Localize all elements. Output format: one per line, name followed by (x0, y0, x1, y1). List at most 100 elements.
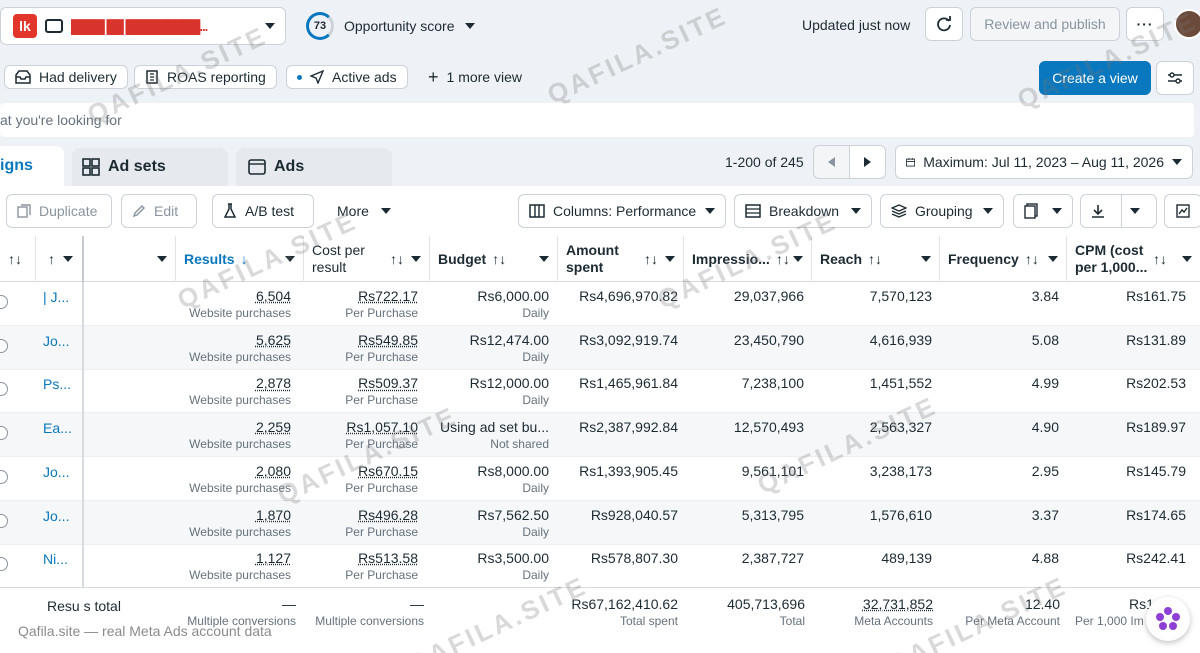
column-sort-a[interactable]: ↑↓ (0, 236, 36, 282)
frequency-cell: 2.95 (1031, 462, 1059, 479)
reports-button[interactable] (1013, 194, 1073, 228)
grouping-button[interactable]: Grouping (880, 194, 1004, 228)
account-card-icon (45, 19, 63, 33)
impressions-cell: 23,450,790 (733, 331, 804, 348)
duplicate-button[interactable]: Duplicate (6, 194, 112, 228)
table-row[interactable]: | J... 6,504 Website purchases Rs722.17 Per … (0, 282, 1200, 326)
row-toggle[interactable] (0, 557, 8, 572)
column-amount-spent[interactable]: Amount spent ↑↓ (558, 236, 684, 282)
chevron-down-icon (63, 256, 73, 262)
column-frequency[interactable]: Frequency ↑↓ (940, 236, 1067, 282)
opportunity-score-label: Opportunity score (344, 18, 455, 34)
cost-per-result-cell: Rs722.17 Per Purchase (345, 288, 418, 320)
row-toggle[interactable] (0, 469, 8, 484)
view-active-ads[interactable]: Active ads (286, 65, 408, 89)
tab-campaigns[interactable]: igns (0, 146, 64, 186)
view-had-delivery[interactable]: Had delivery (4, 65, 128, 89)
column-cost-per-result[interactable]: Cost per result ↑↓ (304, 236, 430, 282)
report-icon (1024, 203, 1038, 219)
budget-cell: Rs6,000.00 Daily (477, 288, 549, 320)
totals-spent: Rs67,162,410.62 Total spent (571, 596, 678, 628)
table-row[interactable]: Jo... 1,870 Website purchases Rs496.28 Per P… (0, 500, 1200, 545)
amount-spent-cell: Rs2,387,992.84 (579, 419, 678, 436)
account-name: ████ ██ █████████... (71, 18, 208, 34)
refresh-icon (937, 16, 951, 32)
amount-spent-cell: Rs4,696,970.82 (579, 288, 678, 304)
campaign-name-link[interactable]: Ni... (43, 551, 68, 567)
chevron-right-icon (864, 157, 871, 167)
column-name[interactable] (84, 236, 176, 282)
table-row[interactable]: Ea... 2,259 Website purchases Rs1,057.10 Per… (0, 413, 1200, 458)
ab-test-button[interactable]: A/B test (212, 194, 314, 228)
more-views-button[interactable]: + 1 more view (428, 68, 522, 86)
impressions-cell: 5,313,795 (741, 506, 804, 523)
campaign-name-link[interactable]: Jo... (43, 464, 69, 480)
results-cell: 5,625 Website purchases (189, 331, 291, 364)
sort-icon: ↑↓ (492, 251, 507, 267)
updated-status: Updated just now (802, 17, 911, 33)
spent-header-line2: spent (566, 259, 604, 275)
send-icon (310, 70, 324, 84)
sort-up-icon: ↑ (48, 251, 55, 267)
duplicate-icon (17, 204, 31, 218)
budget-cell: Rs7,562.50 Daily (477, 506, 549, 539)
score-ring-icon: 73 (306, 12, 334, 40)
breakdown-label: Breakdown (769, 203, 840, 219)
tab-ads[interactable]: Ads (236, 148, 392, 186)
next-page-button[interactable] (849, 145, 886, 179)
breakdown-button[interactable]: Breakdown (734, 194, 872, 228)
avatar[interactable] (1174, 9, 1200, 39)
edit-button[interactable]: Edit (121, 194, 197, 228)
column-results[interactable]: Results ↓ (176, 236, 304, 282)
refresh-button[interactable] (925, 7, 963, 41)
review-publish-button[interactable]: Review and publish (970, 7, 1120, 41)
table-row[interactable]: Jo... 2,080 Website purchases Rs670.15 Per P… (0, 457, 1200, 501)
cpm-cell: Rs189.97 (1126, 419, 1186, 436)
overflow-menu-button[interactable]: ··· (1126, 7, 1164, 41)
search-input[interactable]: at you're looking for (0, 103, 1194, 137)
campaign-name-link[interactable]: Ea... (43, 420, 72, 436)
row-toggle[interactable] (0, 382, 8, 397)
campaign-name-link[interactable]: Jo... (43, 333, 69, 349)
frequency-cell: 5.08 (1031, 331, 1059, 348)
export-button[interactable] (1080, 194, 1157, 228)
column-reach[interactable]: Reach ↑↓ (812, 236, 940, 282)
campaign-name-link[interactable]: Ps... (43, 376, 71, 392)
tab-ad-sets[interactable]: Ad sets (72, 148, 228, 186)
cost-per-result-cell: Rs549.85 Per Purchase (345, 331, 418, 364)
columns-button[interactable]: Columns: Performance (518, 194, 726, 228)
row-toggle[interactable] (0, 426, 8, 441)
view-roas-reporting[interactable]: ROAS reporting (134, 65, 277, 89)
table-row[interactable]: Ni... 1,127 Website purchases Rs513.58 Per P… (0, 544, 1200, 589)
row-toggle[interactable] (0, 338, 8, 353)
chevron-down-icon (285, 256, 295, 262)
totals-frequency: 12.40 Per Meta Account (965, 596, 1060, 628)
create-view-button[interactable]: Create a view (1039, 61, 1151, 95)
view-label: ROAS reporting (167, 69, 266, 85)
budget-cell: Rs12,474.00 Daily (469, 331, 549, 364)
row-toggle[interactable] (0, 513, 8, 528)
create-view-label: Create a view (1052, 70, 1138, 86)
more-actions-button[interactable]: More (337, 203, 391, 219)
campaign-name-link[interactable]: | J... (43, 289, 69, 305)
more-label: More (337, 203, 369, 219)
charts-button[interactable] (1164, 194, 1200, 228)
help-chat-button[interactable] (1146, 597, 1190, 641)
campaign-name-link[interactable]: Jo... (43, 508, 69, 524)
column-sort-b[interactable]: ↑ (36, 236, 84, 282)
column-cpm[interactable]: CPM (cost per 1,000... ↑↓ (1067, 236, 1200, 282)
opportunity-score[interactable]: 73 Opportunity score (306, 12, 475, 40)
account-selector[interactable]: lk ████ ██ █████████... (0, 7, 286, 45)
table-row[interactable]: Jo... 5,625 Website purchases Rs549.85 Per P… (0, 325, 1200, 370)
table-row[interactable]: Ps... 2,878 Website purchases Rs509.37 Per P… (0, 369, 1200, 414)
date-range-picker[interactable]: Maximum: Jul 11, 2023 – Aug 11, 2026 (895, 145, 1193, 179)
budget-header: Budget (438, 251, 487, 267)
building-icon (146, 70, 158, 84)
row-toggle[interactable] (0, 295, 8, 309)
view-settings-button[interactable] (1156, 61, 1194, 95)
chart-icon (1176, 204, 1190, 218)
prev-page-button[interactable] (813, 145, 850, 179)
chevron-left-icon (828, 157, 835, 167)
column-impressions[interactable]: Impressio... ↑↓ (684, 236, 812, 282)
column-budget[interactable]: Budget ↑↓ (430, 236, 558, 282)
